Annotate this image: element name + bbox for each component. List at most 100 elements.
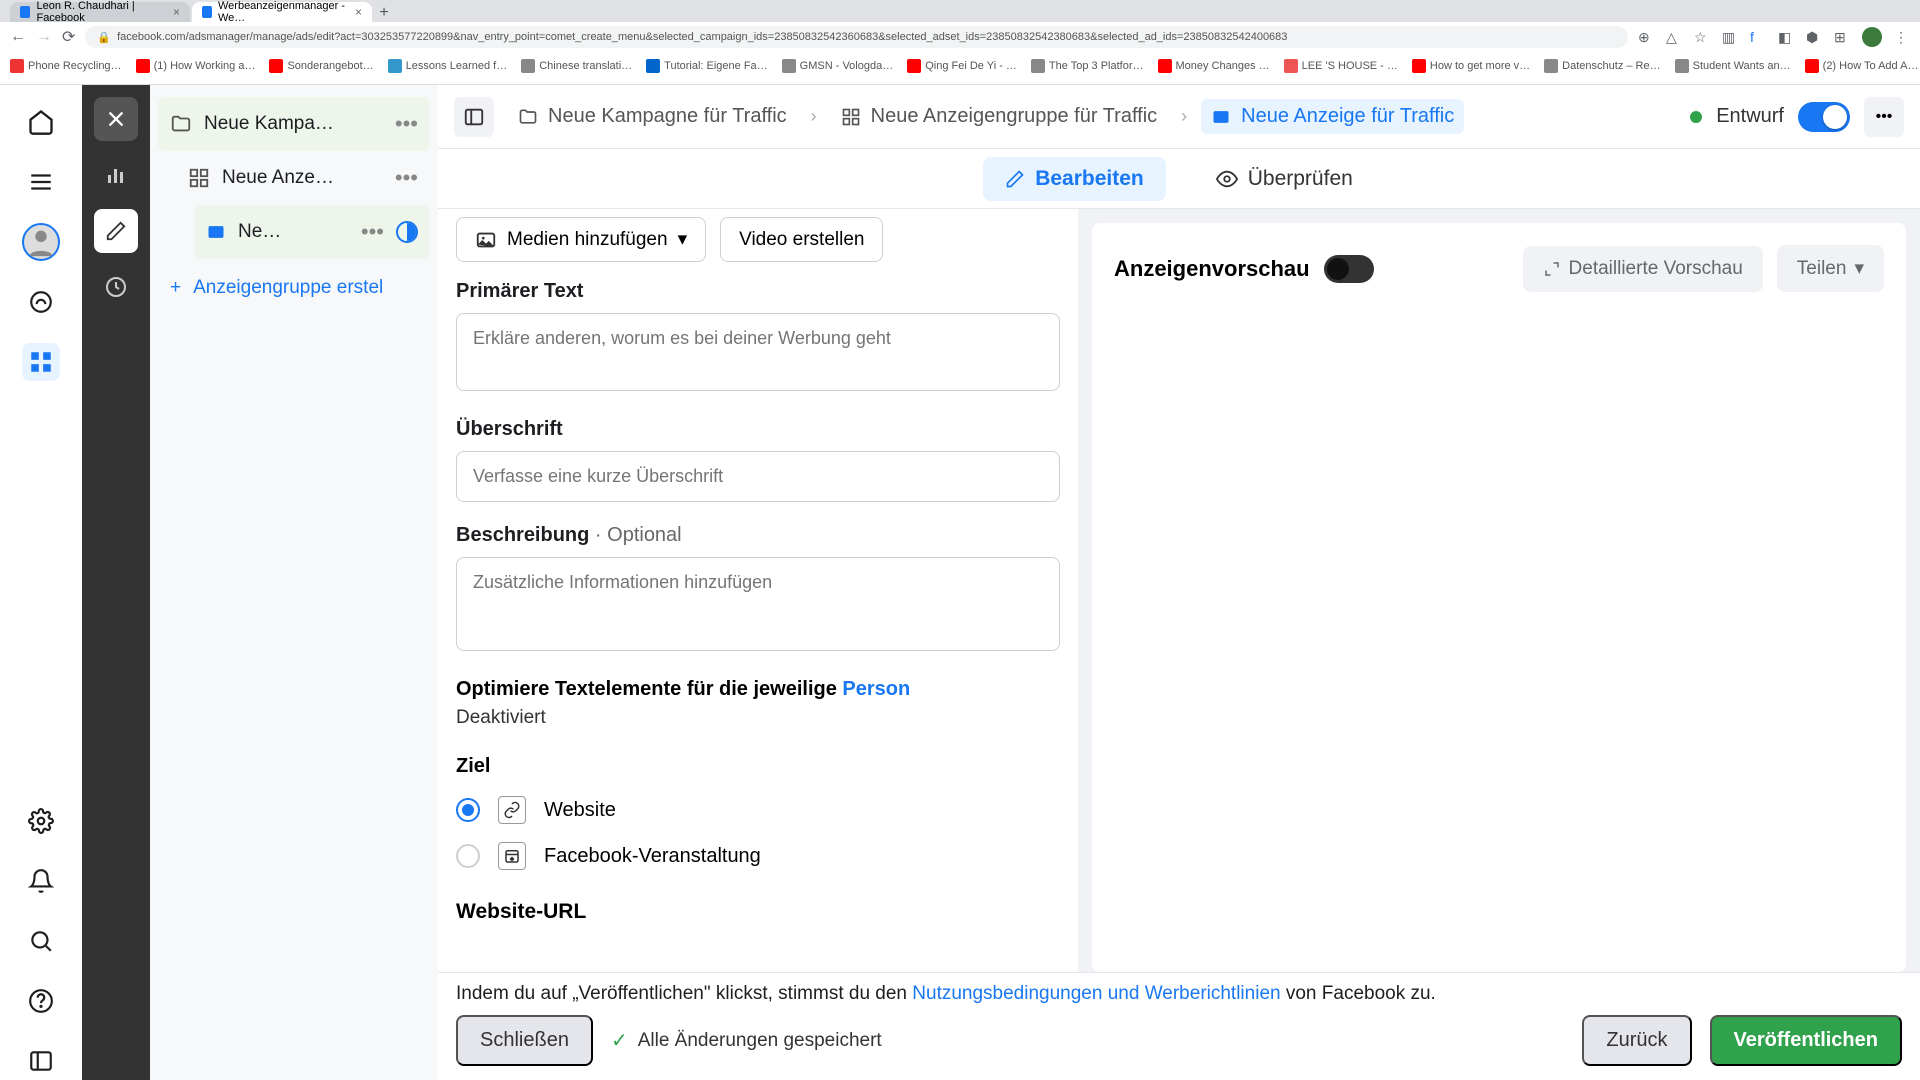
tree-ad[interactable]: Ne… ••• (194, 205, 430, 259)
browser-tab-0[interactable]: Leon R. Chaudhari | Facebook × (10, 2, 190, 22)
tab-edit[interactable]: Bearbeiten (983, 157, 1166, 201)
preview-column: Anzeigenvorschau Detaillierte Vorschau T… (1092, 223, 1906, 972)
plus-icon: + (170, 277, 181, 299)
field-label: Beschreibung · Optional (456, 524, 1060, 547)
facebook-icon (202, 6, 212, 18)
terms-text: Indem du auf „Veröffentlichen" klickst, … (456, 983, 1902, 1005)
ext-icon[interactable]: f (1750, 29, 1766, 45)
bookmark[interactable]: Phone Recycling… (10, 59, 122, 73)
bookmark[interactable]: Qing Fei De Yi - … (907, 59, 1017, 73)
panel-toggle-button[interactable] (454, 97, 494, 137)
bookmark[interactable]: How to get more v… (1412, 59, 1530, 73)
bookmark[interactable]: (1) How Working a… (136, 59, 256, 73)
close-icon[interactable]: × (355, 5, 362, 19)
publish-button[interactable]: Veröffentlichen (1710, 1015, 1902, 1066)
terms-link[interactable]: Nutzungsbedingungen und Werberichtlinien (912, 983, 1280, 1004)
bookmark[interactable]: Student Wants an… (1675, 59, 1791, 73)
breadcrumb-adset[interactable]: Neue Anzeigengruppe für Traffic (831, 99, 1167, 134)
bookmark[interactable]: Sonderangebot… (269, 59, 373, 73)
dashboard-icon[interactable] (22, 283, 60, 321)
ext-icon[interactable]: ⬢ (1806, 29, 1822, 45)
tree-campaign[interactable]: Neue Kampa… ••• (158, 97, 430, 151)
bookmark[interactable]: GMSN - Vologda… (782, 59, 894, 73)
collapse-icon[interactable] (22, 1042, 60, 1080)
saved-label: Alle Änderungen gespeichert (638, 1030, 882, 1052)
bookmark[interactable]: The Top 3 Platfor… (1031, 59, 1144, 73)
tab-label: Überprüfen (1248, 167, 1353, 191)
status-toggle[interactable] (1798, 102, 1850, 132)
description-input[interactable] (456, 557, 1060, 651)
bookmark[interactable]: Tutorial: Eigene Fa… (646, 59, 768, 73)
ad-icon (206, 222, 226, 242)
ext-icon[interactable]: ◧ (1778, 29, 1794, 45)
star-icon[interactable]: ☆ (1694, 29, 1710, 45)
back-icon[interactable]: ← (10, 28, 26, 46)
button-label: Medien hinzufügen (507, 229, 668, 251)
url-bar[interactable]: 🔒 facebook.com/adsmanager/manage/ads/edi… (85, 26, 1628, 48)
destination-event[interactable]: Facebook-Veranstaltung (456, 842, 1060, 870)
ext-icon[interactable]: ▥ (1722, 29, 1738, 45)
forward-icon[interactable]: → (36, 28, 52, 46)
more-icon[interactable]: ••• (395, 111, 418, 137)
headline-field: Überschrift (456, 418, 1060, 502)
app-root: Neue Kampa… ••• Neue Anze… ••• Ne… ••• +… (0, 85, 1920, 1080)
destination-website[interactable]: Website (456, 796, 1060, 824)
bookmark[interactable]: (2) How To Add A… (1805, 59, 1919, 73)
bookmark[interactable]: Money Changes … (1158, 59, 1270, 73)
add-adset-button[interactable]: + Anzeigengruppe erstel (158, 259, 430, 317)
more-icon[interactable]: ••• (395, 165, 418, 191)
home-icon[interactable] (22, 103, 60, 141)
form-column: Medien hinzufügen ▾ Video erstellen Prim… (438, 209, 1078, 972)
menu-icon[interactable] (22, 163, 60, 201)
bookmark[interactable]: Lessons Learned f… (388, 59, 508, 73)
help-icon[interactable] (22, 982, 60, 1020)
ad-icon (1211, 107, 1231, 127)
share-button[interactable]: Teilen ▾ (1777, 245, 1884, 292)
create-video-button[interactable]: Video erstellen (720, 217, 883, 262)
tree-label: Neue Anze… (222, 167, 383, 189)
close-icon[interactable]: × (173, 5, 180, 19)
history-icon[interactable] (94, 265, 138, 309)
account-avatar[interactable] (22, 223, 60, 261)
profile-avatar[interactable] (1862, 27, 1882, 47)
primary-text-input[interactable] (456, 313, 1060, 391)
button-label: Detaillierte Vorschau (1569, 258, 1743, 280)
more-menu-button[interactable]: ••• (1864, 97, 1904, 137)
add-media-button[interactable]: Medien hinzufügen ▾ (456, 217, 706, 262)
search-icon[interactable] (22, 922, 60, 960)
headline-input[interactable] (456, 451, 1060, 502)
grid-icon[interactable] (22, 343, 60, 381)
main: Neue Kampagne für Traffic › Neue Anzeige… (438, 85, 1920, 1080)
browser-tab-1[interactable]: Werbeanzeigenmanager - We… × (192, 2, 372, 22)
chart-icon[interactable] (94, 153, 138, 197)
menu-icon[interactable]: ⋮ (1894, 29, 1910, 45)
new-tab-button[interactable]: + (374, 4, 394, 22)
person-link[interactable]: Person (842, 678, 910, 700)
close-editor-button[interactable] (94, 97, 138, 141)
chrome-actions: ⊕ △ ☆ ▥ f ◧ ⬢ ⊞ ⋮ (1638, 27, 1910, 47)
more-icon[interactable]: ••• (361, 219, 384, 245)
search-icon[interactable]: ⊕ (1638, 29, 1654, 45)
tree-adset[interactable]: Neue Anze… ••• (176, 151, 430, 205)
detailed-preview-button[interactable]: Detaillierte Vorschau (1523, 246, 1763, 292)
folder-icon (170, 113, 192, 135)
breadcrumb-ad[interactable]: Neue Anzeige für Traffic (1201, 99, 1464, 134)
preview-header: Anzeigenvorschau Detaillierte Vorschau T… (1114, 245, 1884, 292)
grid-icon (841, 107, 861, 127)
preview-toggle[interactable] (1324, 255, 1374, 283)
share-icon[interactable]: △ (1666, 29, 1682, 45)
settings-icon[interactable] (22, 802, 60, 840)
tab-label: Bearbeiten (1035, 167, 1144, 191)
editor-rail (82, 85, 150, 1080)
tab-review[interactable]: Überprüfen (1194, 157, 1375, 201)
edit-icon[interactable] (94, 209, 138, 253)
bell-icon[interactable] (22, 862, 60, 900)
close-button[interactable]: Schließen (456, 1015, 593, 1066)
reload-icon[interactable]: ⟳ (62, 27, 75, 47)
bookmark[interactable]: Datenschutz – Re… (1544, 59, 1660, 73)
back-button[interactable]: Zurück (1582, 1015, 1691, 1066)
bookmark[interactable]: LEE 'S HOUSE - … (1284, 59, 1398, 73)
breadcrumb-campaign[interactable]: Neue Kampagne für Traffic (508, 99, 797, 134)
ext-icon[interactable]: ⊞ (1834, 29, 1850, 45)
bookmark[interactable]: Chinese translati… (521, 59, 632, 73)
